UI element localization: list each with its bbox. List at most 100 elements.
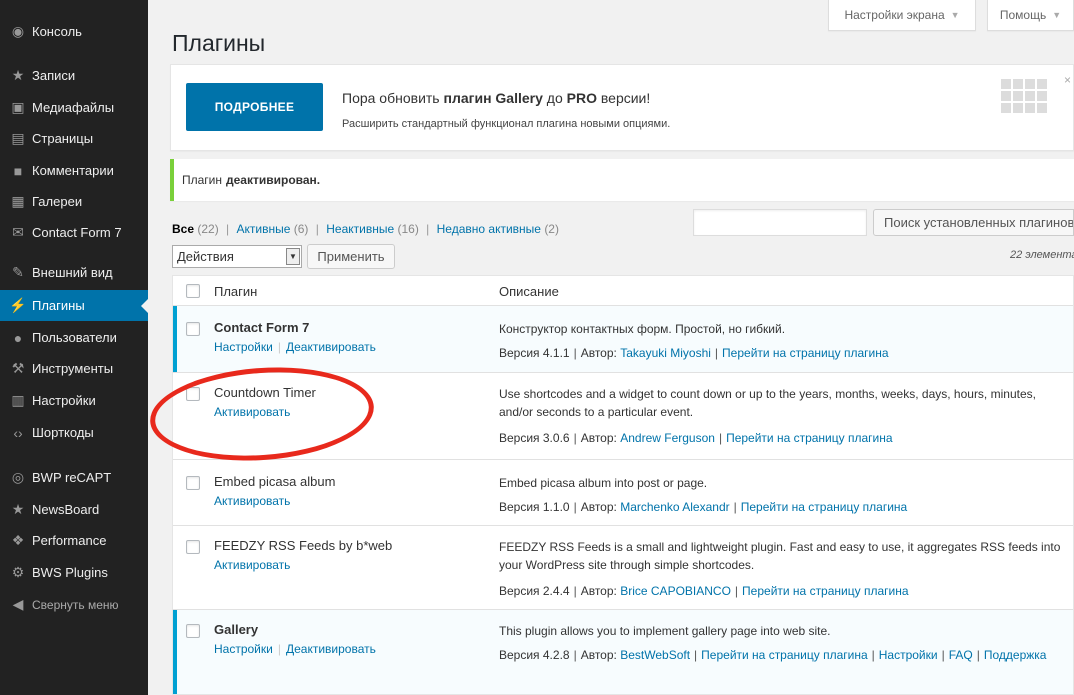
pages-icon: ▤: [11, 130, 25, 146]
help-label: Помощь: [999, 8, 1047, 22]
dashboard-icon: ◉: [11, 23, 25, 39]
filter-all-count: (22): [197, 222, 219, 236]
users-icon: ●: [13, 329, 23, 346]
filter-inactive[interactable]: Неактивные: [326, 222, 394, 236]
plugin-action-link[interactable]: Активировать: [214, 405, 290, 419]
screen-options-button[interactable]: Настройки экрана ▼: [828, 0, 976, 31]
author-label: Автор:: [580, 500, 617, 514]
promo-more-button[interactable]: ПОДРОБНЕЕ: [186, 83, 323, 131]
settings-icon: ▥: [11, 392, 25, 408]
select-all-checkbox[interactable]: [186, 284, 200, 298]
sidebar-item-appearance-brush[interactable]: ✎ Внешний вид: [0, 257, 148, 288]
page-title: Плагины: [172, 30, 266, 56]
close-icon[interactable]: ×: [1064, 73, 1071, 87]
sidebar-item-dashboard[interactable]: ◉ Консоль: [0, 16, 148, 47]
collapse-menu-icon: ◀: [12, 596, 24, 612]
plugin-name: Contact Form 7: [214, 320, 310, 335]
bulk-actions-value: Действия: [177, 249, 234, 264]
plugins-table: Плагин Описание Contact Form 7 Настройки |…: [172, 275, 1074, 695]
promo-notice: ПОДРОБНЕЕ Пора обновить плагин Gallery д…: [170, 64, 1074, 151]
row-checkbox[interactable]: [186, 322, 200, 336]
plugin-status-filters: Все (22) | Активные (6) | Неактивные (16…: [172, 222, 559, 236]
sidebar-item-label: Contact Form 7: [32, 225, 122, 240]
chevron-down-icon: ▼: [1052, 10, 1062, 20]
sidebar-item-performance[interactable]: ❖ Performance: [0, 525, 148, 556]
plugin-action-link[interactable]: Настройки: [214, 340, 273, 354]
plugin-meta-link[interactable]: Перейти на страницу плагина: [741, 500, 907, 514]
plugin-meta-link[interactable]: Перейти на страницу плагина: [722, 346, 888, 360]
sidebar-item-pages[interactable]: ▤ Страницы: [0, 123, 148, 154]
filter-all[interactable]: Все: [172, 222, 194, 236]
plugin-name: Countdown Timer: [214, 385, 316, 400]
plugin-name: Embed picasa album: [214, 474, 336, 489]
plugin-description: FEEDZY RSS Feeds is a small and lightwei…: [499, 540, 1061, 572]
plugin-row-actions: Активировать: [214, 494, 290, 508]
sidebar-item-label: Плагины: [32, 298, 85, 313]
plugin-meta: Версия 4.1.1 | Автор: Takayuki Miyoshi | Пер…: [499, 344, 1069, 362]
filter-active[interactable]: Активные: [237, 222, 291, 236]
search-plugins-button[interactable]: Поиск установленных плагинов: [873, 209, 1074, 236]
sidebar-item-users[interactable]: ● Пользователи: [0, 322, 148, 353]
plugin-name: FEEDZY RSS Feeds by b*web: [214, 538, 393, 553]
apply-button[interactable]: Применить: [307, 244, 395, 269]
help-button[interactable]: Помощь ▼: [987, 0, 1074, 31]
author-label: Автор:: [580, 346, 617, 360]
comments-icon: ■: [13, 162, 23, 179]
meta-separator: |: [573, 648, 577, 662]
sidebar-item-comments[interactable]: ■ Комментарии: [0, 155, 148, 186]
meta-separator: |: [734, 584, 739, 598]
column-description: Описание: [499, 284, 559, 299]
meta-separator: |: [573, 431, 577, 445]
plugin-search-input[interactable]: [693, 209, 867, 236]
plugin-meta: Версия 3.0.6 | Автор: Andrew Ferguson | Пере…: [499, 429, 1069, 447]
plugin-author-link[interactable]: Andrew Ferguson: [620, 431, 715, 445]
plugin-meta-link[interactable]: Перейти на страницу плагина: [701, 648, 867, 662]
plugin-meta-link[interactable]: Поддержка: [984, 648, 1047, 662]
plugin-action-link[interactable]: Настройки: [214, 642, 273, 656]
admin-sidebar: ◉ Консоль ★ Записи ▣ Медиафайлы ▤ Страницы ■ Комм…: [0, 0, 149, 695]
meta-separator: |: [694, 648, 698, 662]
filter-recently-active[interactable]: Недавно активные: [437, 222, 541, 236]
sidebar-item-media[interactable]: ▣ Медиафайлы: [0, 92, 148, 123]
sidebar-item-mail[interactable]: ✉ Contact Form 7: [0, 217, 148, 248]
plugin-action-link[interactable]: Активировать: [214, 494, 290, 508]
sidebar-item-shortcode[interactable]: ‹› Шорткоды: [0, 417, 148, 448]
plugin-meta-link[interactable]: FAQ: [949, 648, 973, 662]
plugin-author-link[interactable]: Brice CAPOBIANCO: [620, 584, 731, 598]
plugin-version: Версия 4.2.8: [499, 648, 570, 662]
sidebar-item-pin[interactable]: ★ Записи: [0, 60, 148, 91]
filter-recent-count: (2): [544, 222, 559, 236]
plugin-name: Gallery: [214, 622, 259, 637]
sidebar-item-tools-wrench[interactable]: ⚒ Инструменты: [0, 353, 148, 384]
gallery-grid-icon: ▦: [11, 193, 25, 209]
plugin-author-link[interactable]: Marchenko Alexandr: [620, 500, 729, 514]
plugin-meta-link[interactable]: Перейти на страницу плагина: [726, 431, 892, 445]
sidebar-item-label: Внешний вид: [32, 265, 113, 280]
row-checkbox[interactable]: [186, 624, 200, 638]
plugin-author-link[interactable]: BestWebSoft: [620, 648, 690, 662]
sidebar-item-plugins[interactable]: ⚡ Плагины: [0, 290, 149, 321]
sidebar-item-collapse-menu[interactable]: ◀ Свернуть меню: [0, 589, 148, 620]
sidebar-item-label: Страницы: [32, 131, 94, 146]
plugin-author-link[interactable]: Takayuki Miyoshi: [620, 346, 711, 360]
table-row: Countdown Timer Активировать Use shortcode…: [173, 373, 1073, 460]
plugin-meta-link[interactable]: Перейти на страницу плагина: [742, 584, 908, 598]
plugin-action-link[interactable]: Деактивировать: [286, 642, 376, 656]
sidebar-item-recaptcha[interactable]: ◎ BWP reCAPT: [0, 462, 148, 493]
sidebar-item-newsboard-pin[interactable]: ★ NewsBoard: [0, 494, 148, 525]
plugin-version: Версия 4.1.1: [499, 346, 570, 360]
sidebar-item-gallery-grid[interactable]: ▦ Галереи: [0, 186, 148, 217]
plugin-action-link[interactable]: Активировать: [214, 558, 290, 572]
row-checkbox[interactable]: [186, 387, 200, 401]
plugin-action-link[interactable]: Деактивировать: [286, 340, 376, 354]
items-count: 22 элемента: [1010, 249, 1074, 261]
plugin-description: Конструктор контактных форм. Простой, но…: [499, 322, 786, 336]
tools-wrench-icon: ⚒: [11, 360, 25, 376]
sidebar-item-settings[interactable]: ▥ Настройки: [0, 385, 148, 416]
row-checkbox[interactable]: [186, 540, 200, 554]
promo-headline: Пора обновить плагин Gallery до PRO верс…: [342, 90, 651, 106]
row-checkbox[interactable]: [186, 476, 200, 490]
plugin-meta-link[interactable]: Настройки: [879, 648, 938, 662]
sidebar-item-bws-plugins[interactable]: ⚙ BWS Plugins: [0, 557, 148, 588]
bulk-actions-select[interactable]: Действия ▼: [172, 245, 302, 268]
